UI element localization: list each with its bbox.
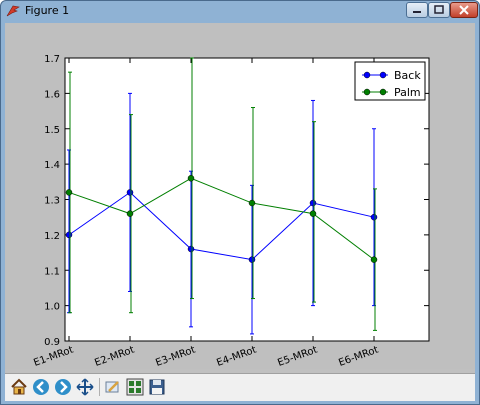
errorbar-chart: 0.9 1.0 1.1 1.2 1.3 1.4 1.5 1.6 1.7 E1-MRot E2-MR… xyxy=(32,54,430,369)
x-tick-label: E4-MRot xyxy=(215,344,258,369)
zoom-rect-icon xyxy=(105,381,119,393)
x-tick-label: E6-MRot xyxy=(337,344,380,369)
y-tick-label: 0.9 xyxy=(44,337,60,348)
x-tick-label: E3-MRot xyxy=(154,344,197,369)
data-point xyxy=(126,189,134,196)
forward-button[interactable] xyxy=(53,377,73,397)
legend-marker xyxy=(379,88,387,96)
close-icon xyxy=(459,5,469,15)
legend-marker xyxy=(379,71,387,79)
save-disk-icon xyxy=(149,379,165,395)
data-point xyxy=(309,199,317,207)
data-point xyxy=(187,175,195,182)
window-title: Figure 1 xyxy=(25,4,70,17)
legend-label: Palm xyxy=(394,86,421,99)
toolbar-separator xyxy=(99,378,100,396)
maximize-icon xyxy=(434,5,444,14)
y-tick-label: 1.2 xyxy=(44,231,60,242)
close-button[interactable] xyxy=(450,2,478,18)
data-point xyxy=(370,213,378,221)
y-tick-label: 1.7 xyxy=(44,54,60,65)
y-tick-label: 1.5 xyxy=(44,125,60,136)
pan-button[interactable] xyxy=(75,377,95,397)
save-button[interactable] xyxy=(147,377,167,397)
y-tick-label: 1.1 xyxy=(44,266,60,277)
legend-marker xyxy=(363,71,371,79)
navigation-toolbar xyxy=(5,373,475,401)
data-point xyxy=(248,256,256,263)
legend-label: Back xyxy=(394,69,421,82)
x-tick-label: E1-MRot xyxy=(32,344,75,369)
data-point xyxy=(65,189,73,196)
y-tick-label: 1.4 xyxy=(44,160,60,171)
title-bar[interactable]: Figure 1 xyxy=(1,1,479,21)
maximize-button[interactable] xyxy=(428,2,450,18)
data-point xyxy=(309,210,317,217)
configure-subplots-button[interactable] xyxy=(125,377,145,397)
y-tick-label: 1.6 xyxy=(44,89,60,100)
data-point xyxy=(65,231,73,239)
figure-client-area: 0.9 1.0 1.1 1.2 1.3 1.4 1.5 1.6 1.7 E1-MRot E2-MR… xyxy=(5,23,475,401)
data-point xyxy=(126,210,134,217)
figure-window: Figure 1 0.9 1.0 1.1 1.2 1.3 1.4 1.5 1.6 1.7 E1-… xyxy=(0,0,480,405)
y-tick-label: 1.0 xyxy=(44,302,60,313)
data-point xyxy=(370,256,378,263)
subplots-icon xyxy=(126,378,144,396)
minimize-button[interactable] xyxy=(406,2,428,18)
pan-move-icon xyxy=(76,378,94,396)
back-button[interactable] xyxy=(31,377,51,397)
zoom-button[interactable] xyxy=(103,377,123,397)
tk-feather-icon xyxy=(6,5,20,17)
legend-marker xyxy=(363,88,371,96)
figure-canvas[interactable]: 0.9 1.0 1.1 1.2 1.3 1.4 1.5 1.6 1.7 E1-MRot E2-MR… xyxy=(5,23,475,369)
data-point xyxy=(248,199,256,207)
x-tick-label: E2-MRot xyxy=(93,344,136,369)
home-icon xyxy=(11,378,27,395)
back-arrow-icon xyxy=(33,379,49,395)
forward-arrow-icon xyxy=(55,379,71,395)
home-button[interactable] xyxy=(9,377,29,397)
legend: Back Palm xyxy=(354,61,426,101)
y-tick-label: 1.3 xyxy=(44,196,60,207)
x-tick-label: E5-MRot xyxy=(276,344,319,369)
data-point xyxy=(187,245,195,253)
minimize-icon xyxy=(413,11,421,13)
